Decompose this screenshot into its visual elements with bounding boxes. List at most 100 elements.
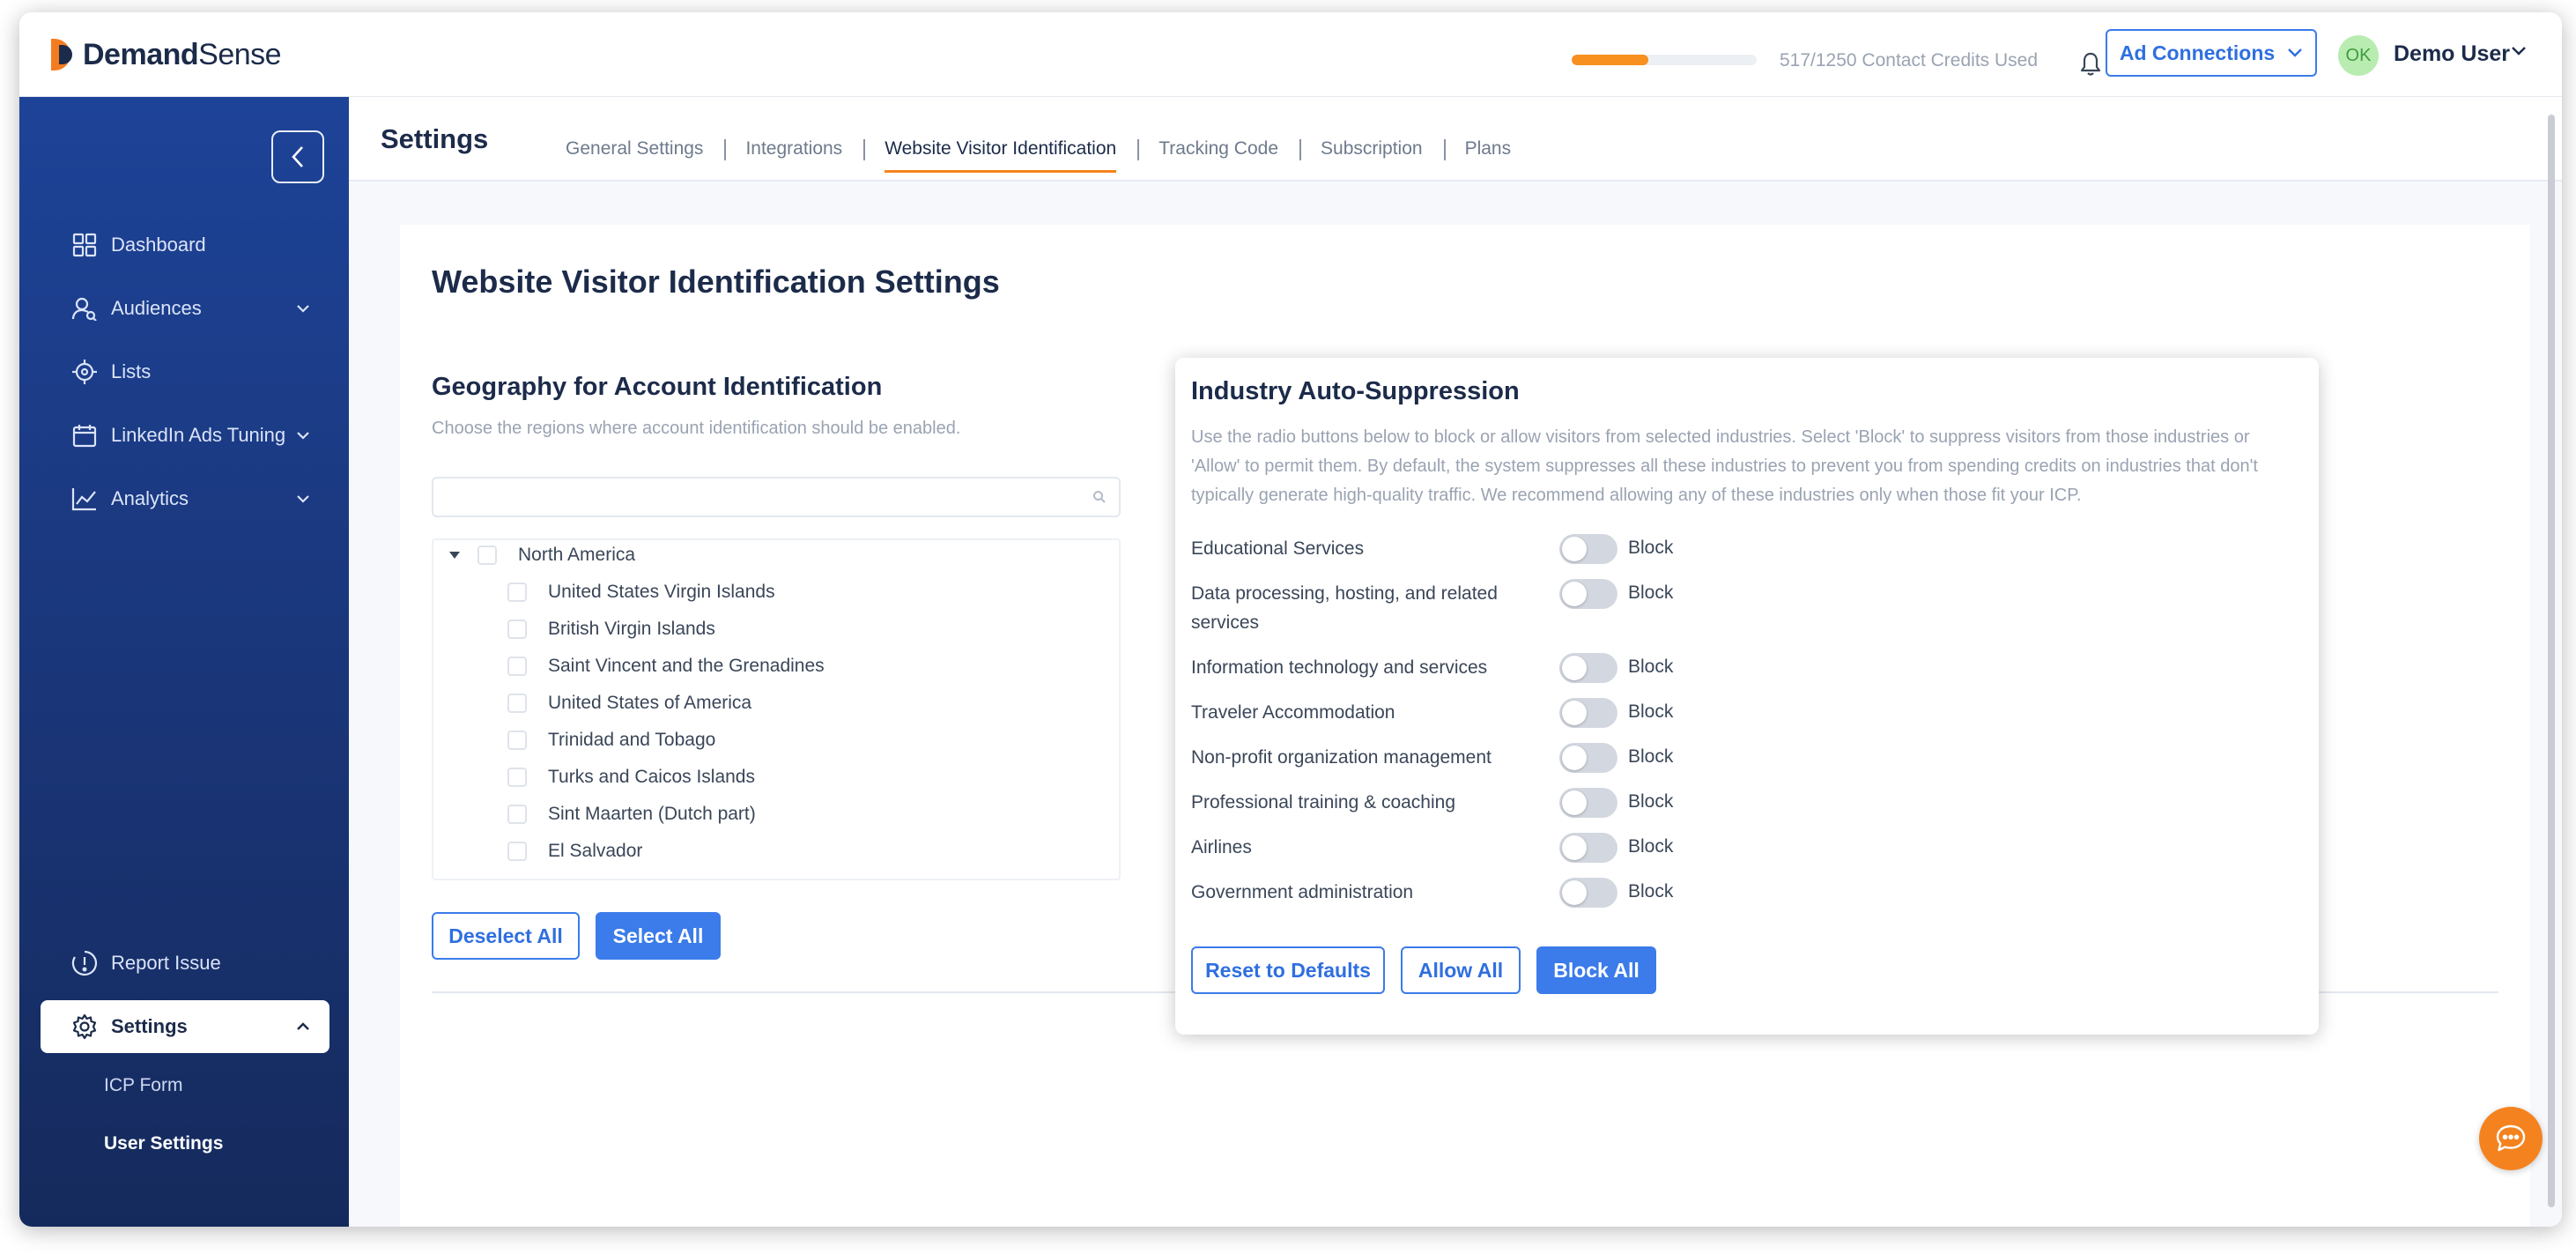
region-checkbox[interactable] (477, 545, 497, 565)
country-checkbox[interactable] (507, 805, 527, 824)
sidebar-item-settings[interactable]: Settings (41, 1000, 329, 1053)
sidebar-item-lists[interactable]: Lists (19, 351, 349, 393)
tree-country-row[interactable]: Turks and Caicos Islands (507, 764, 755, 790)
tree-country-row[interactable]: Trinidad and Tobago (507, 727, 715, 753)
tab-plans[interactable]: Plans (1443, 137, 1533, 167)
avatar[interactable]: OK (2338, 35, 2379, 76)
tree-country-row[interactable]: Saint Vincent and the Grenadines (507, 653, 825, 679)
sidebar-item-label: Audiences (111, 297, 202, 319)
tree-country-row[interactable]: British Virgin Islands (507, 616, 715, 642)
toggle-label: Block (1628, 657, 1674, 677)
toggle-label: Block (1628, 791, 1674, 812)
chevron-down-icon (2288, 48, 2303, 57)
country-label: Saint Vincent and the Grenadines (548, 656, 825, 676)
block-toggle[interactable] (1559, 534, 1617, 564)
block-toggle[interactable] (1559, 698, 1617, 728)
main-content: Settings General Settings Integrations W… (349, 97, 2562, 1227)
caret-down-icon[interactable] (449, 552, 460, 559)
tree-country-row[interactable]: United States of America (507, 690, 751, 716)
sidebar-item-dashboard[interactable]: Dashboard (19, 224, 349, 266)
tree-country-row[interactable]: United States Virgin Islands (507, 579, 775, 605)
geography-tree: North America United States Virgin Islan… (432, 538, 1121, 880)
block-toggle[interactable] (1559, 788, 1617, 818)
toggle-label: Block (1628, 701, 1674, 722)
credits-progress-fill (1572, 55, 1648, 65)
calendar-icon (70, 421, 99, 449)
sidebar-item-label: Dashboard (111, 234, 206, 256)
brand-logo[interactable]: DemandSense (51, 37, 282, 72)
region-label: North America (518, 545, 636, 565)
sidebar-item-audiences[interactable]: Audiences (19, 287, 349, 330)
country-label: United States Virgin Islands (548, 582, 775, 602)
industry-name: Non-profit organization management (1191, 747, 1492, 768)
block-toggle[interactable] (1559, 579, 1617, 609)
reset-to-defaults-button[interactable]: Reset to Defaults (1191, 946, 1385, 994)
block-toggle[interactable] (1559, 743, 1617, 773)
block-toggle[interactable] (1559, 878, 1617, 908)
tab-website-visitor-identification[interactable]: Website Visitor Identification (863, 137, 1137, 173)
block-toggle[interactable] (1559, 833, 1617, 863)
settings-header: Settings General Settings Integrations W… (349, 97, 2562, 182)
geography-search-input[interactable] (432, 477, 1121, 517)
sidebar-item-label: Lists (111, 360, 152, 382)
country-checkbox[interactable] (507, 842, 527, 861)
sidebar-item-label: Settings (111, 1015, 188, 1037)
country-checkbox[interactable] (507, 657, 527, 676)
tree-country-row[interactable]: Sint Maarten (Dutch part) (507, 801, 756, 827)
page-scrollbar[interactable] (2546, 97, 2557, 1227)
chevron-down-icon (297, 305, 309, 313)
block-toggle[interactable] (1559, 653, 1617, 683)
chevron-down-icon (297, 495, 309, 503)
sidebar-item-report-issue[interactable]: Report Issue (19, 942, 349, 984)
app-window: DemandSense 517/1250 Contact Credits Use… (19, 12, 2562, 1227)
country-checkbox[interactable] (507, 694, 527, 713)
chart-line-icon (70, 485, 99, 513)
chat-support-button[interactable] (2479, 1107, 2543, 1170)
deselect-all-button[interactable]: Deselect All (432, 912, 580, 960)
country-label: Turks and Caicos Islands (548, 767, 755, 787)
tab-tracking-code[interactable]: Tracking Code (1137, 137, 1299, 167)
country-checkbox[interactable] (507, 620, 527, 639)
industry-name: Data processing, hosting, and related se… (1191, 583, 1498, 633)
page-title: Settings (381, 123, 489, 154)
industry-name: Government administration (1191, 882, 1414, 902)
scrollbar-thumb[interactable] (2548, 115, 2555, 1207)
geography-description: Choose the regions where account identif… (432, 419, 961, 438)
country-checkbox[interactable] (507, 768, 527, 787)
geography-title: Geography for Account Identification (432, 373, 883, 401)
country-checkbox[interactable] (507, 731, 527, 750)
block-all-button[interactable]: Block All (1536, 946, 1656, 994)
chevron-left-icon (292, 146, 303, 167)
country-label: El Salvador (548, 841, 643, 861)
sidebar-item-label: Analytics (111, 487, 189, 509)
target-icon (70, 358, 99, 386)
sidebar-subitem-icp-form[interactable]: ICP Form (104, 1075, 182, 1096)
contact-credits: 517/1250 Contact Credits Used (1572, 48, 2038, 71)
industry-name: Educational Services (1191, 538, 1365, 559)
toggle-label: Block (1628, 538, 1674, 558)
credits-text: 517/1250 Contact Credits Used (1780, 50, 2039, 70)
tab-integrations[interactable]: Integrations (724, 137, 863, 167)
sidebar-item-analytics[interactable]: Analytics (19, 478, 349, 520)
credits-progress-bar (1572, 55, 1757, 65)
toggle-label: Block (1628, 836, 1674, 857)
tree-region-row[interactable]: North America (449, 542, 635, 568)
select-all-button[interactable]: Select All (596, 912, 721, 960)
ad-connections-dropdown[interactable]: Ad Connections (2106, 29, 2317, 77)
tab-subscription[interactable]: Subscription (1299, 137, 1444, 167)
suppression-title: Industry Auto-Suppression (1191, 377, 1520, 405)
audiences-icon (70, 294, 99, 323)
collapse-sidebar-button[interactable] (271, 130, 324, 183)
user-name[interactable]: Demo User (2394, 41, 2510, 67)
tree-country-row[interactable]: El Salvador (507, 838, 642, 864)
notification-bell-icon[interactable] (2079, 51, 2102, 78)
country-label: Trinidad and Tobago (548, 730, 716, 750)
chevron-down-icon[interactable] (2511, 46, 2527, 56)
sidebar-item-linkedin-ads-tuning[interactable]: LinkedIn Ads Tuning (19, 414, 349, 456)
brand-name-bold: Demand (83, 37, 199, 71)
tab-general-settings[interactable]: General Settings (544, 137, 724, 167)
country-checkbox[interactable] (507, 582, 527, 602)
allow-all-button[interactable]: Allow All (1401, 946, 1521, 994)
sidebar-subitem-user-settings[interactable]: User Settings (104, 1133, 223, 1154)
toggle-label: Block (1628, 881, 1674, 902)
